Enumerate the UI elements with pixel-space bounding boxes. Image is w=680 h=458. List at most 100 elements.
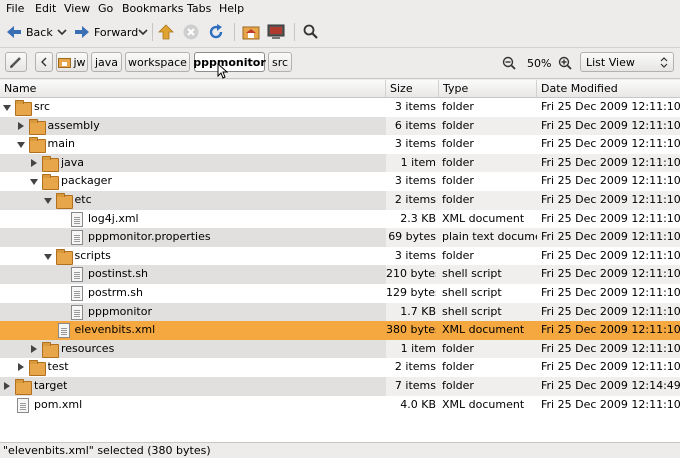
file-row[interactable]: main 3 items folder Fri 25 Dec 2009 12:11:1… [0,135,680,154]
zoom-out-button[interactable] [502,52,516,74]
menu-help[interactable]: Help [219,2,244,15]
menu-tabs[interactable]: Tabs [187,2,211,15]
back-button[interactable]: Back [5,21,53,43]
file-row[interactable]: assembly 6 items folder Fri 25 Dec 2009 12:… [0,116,680,136]
column-type-header[interactable]: Type [439,80,537,97]
file-name: main [47,137,75,151]
expander-closed-icon[interactable] [17,363,24,372]
folder-icon [42,174,59,191]
file-row[interactable]: etc 2 items folder Fri 25 Dec 2009 12:11:10… [0,191,680,210]
file-row[interactable]: elevenbits.xml 380 bytes XML document Fri 2… [0,321,680,340]
document-icon [71,267,83,283]
menu-edit[interactable]: Edit [35,2,56,15]
file-row[interactable]: postrm.sh 129 bytes shell script Fri 25 Dec… [0,284,680,303]
file-row[interactable]: packager 3 items folder Fri 25 Dec 2009 12:… [0,172,680,191]
file-row[interactable]: test 2 items folder Fri 25 Dec 2009 12:11:1… [0,358,680,377]
zoom-in-button[interactable] [558,52,572,74]
file-size: 6 items [394,118,436,132]
forward-button[interactable]: Forward [73,21,138,43]
breadcrumb-scroll-left[interactable] [35,52,53,72]
file-size: 3 items [394,100,436,113]
menu-go[interactable]: Go [98,2,113,15]
expander-closed-icon[interactable] [31,158,37,167]
file-row[interactable]: pom.xml 4.0 KB XML document Fri 25 Dec 2009… [0,395,680,415]
reload-icon [209,24,223,39]
menu-view[interactable]: View [64,2,90,15]
stop-icon [183,24,199,40]
file-name: etc [74,193,92,206]
file-row[interactable]: pppmonitor 1.7 KB shell script Fri 25 Dec 2… [0,302,680,322]
document-icon [71,304,83,320]
forward-history-button[interactable] [138,21,148,43]
column-date-header[interactable]: Date Modified [537,80,680,97]
menu-bookmarks[interactable]: Bookmarks [122,2,183,15]
file-size: 1 item [400,341,436,355]
expander-closed-icon[interactable] [31,344,37,353]
up-arrow-icon [158,24,174,40]
folder-icon [28,137,46,154]
expander-closed-icon[interactable] [4,382,10,390]
file-date: Fri 25 Dec 2009 12:14:49 CET [541,379,680,392]
file-size: 3 items [394,137,436,151]
search-button[interactable] [302,21,320,43]
expander-open-icon[interactable] [16,142,25,149]
home-folder-icon [58,57,72,68]
back-history-button[interactable] [57,21,67,43]
column-size-header[interactable]: Size [386,80,439,97]
edit-location-button[interactable] [5,52,27,72]
column-name-header[interactable]: Name [0,80,386,97]
file-size: 2.3 KB [400,211,436,225]
breadcrumb-label: workspace [128,55,187,69]
mouse-cursor-icon [217,63,228,79]
up-button[interactable] [157,21,175,43]
home-button[interactable] [242,21,260,43]
breadcrumb-java[interactable]: java [91,52,122,72]
home-folder-icon [242,26,260,40]
file-row[interactable]: postinst.sh 210 bytes shell script Fri 25 D… [0,265,680,284]
forward-label: Forward [94,25,139,39]
expander-open-icon[interactable] [30,179,38,186]
file-name: src [34,100,51,113]
file-size: 129 bytes [386,286,436,299]
status-text: "elevenbits.xml" selected (380 bytes) [3,444,211,457]
file-row[interactable]: src 3 items folder Fri 25 Dec 2009 12:11:10… [0,98,680,117]
file-row[interactable]: log4j.xml 2.3 KB XML document Fri 25 Dec 20… [0,209,680,229]
folder-icon [55,193,73,209]
expander-open-icon[interactable] [43,253,52,260]
name-cell [0,210,386,229]
pencil-icon [10,57,21,68]
expander-open-icon[interactable] [3,105,11,111]
back-label: Back [26,25,53,39]
breadcrumb-src[interactable]: src [268,52,292,72]
file-name: pppmonitor.properties [88,230,211,244]
file-date: Fri 25 Dec 2009 12:11:10 CET [541,360,680,374]
file-type: XML document [442,211,525,225]
view-mode-select[interactable]: List View [580,52,674,72]
computer-button[interactable] [267,21,285,43]
file-row[interactable]: pppmonitor.properties 69 bytes plain text … [0,228,680,247]
reload-button[interactable] [207,21,225,43]
stop-button[interactable] [182,21,200,43]
file-row[interactable]: resources 1 item folder Fri 25 Dec 2009 12:… [0,339,680,359]
breadcrumb-workspace[interactable]: workspace [125,52,190,72]
expander-open-icon[interactable] [43,198,52,204]
file-row[interactable]: java 1 item folder Fri 25 Dec 2009 12:11:10… [0,153,680,173]
expander-closed-icon[interactable] [17,121,24,130]
file-row[interactable]: target 7 items folder Fri 25 Dec 2009 12:14… [0,377,680,396]
file-type: folder [442,100,474,113]
chevron-left-icon [41,57,47,67]
file-type: folder [442,360,474,374]
file-name: test [47,360,69,374]
folder-icon [15,379,32,395]
location-bar: jw java workspace pppmonitor src 50% [0,48,680,79]
breadcrumb-jw[interactable]: jw [56,52,88,72]
breadcrumb-pppmonitor[interactable]: pppmonitor [193,52,266,72]
menubar: File Edit View Go Bookmarks Tabs Help [0,0,680,17]
menu-file[interactable]: File [6,2,24,15]
zoom-level[interactable]: 50% [527,57,551,70]
file-list[interactable]: Name Size Type Date Modified src 3 items f… [0,80,680,442]
file-type: shell script [442,267,502,281]
name-cell [0,302,386,322]
file-row[interactable]: scripts 3 items folder Fri 25 Dec 2009 12:1… [0,246,680,266]
chevron-down-icon [138,29,148,36]
